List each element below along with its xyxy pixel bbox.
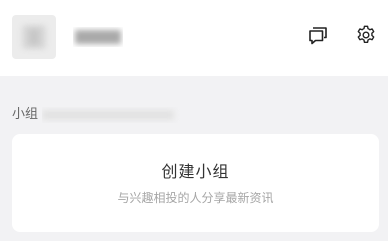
chat-bubbles-icon xyxy=(309,27,327,45)
avatar-blur-inner xyxy=(28,29,40,45)
chat-button[interactable] xyxy=(306,23,330,47)
create-group-title: 创建小组 xyxy=(161,162,230,181)
create-group-card[interactable]: 创建小组 与兴趣相投的人分享最新资讯 xyxy=(12,134,379,232)
username-redacted xyxy=(73,27,123,47)
username-blur xyxy=(75,30,121,44)
section-label-redacted xyxy=(42,107,182,123)
section-label: 小组 xyxy=(12,107,39,122)
gear-icon xyxy=(357,25,375,44)
settings-button[interactable] xyxy=(354,23,378,47)
avatar[interactable] xyxy=(12,15,56,59)
groups-section-header: 小组 xyxy=(12,106,182,124)
screen: 小组 创建小组 与兴趣相投的人分享最新资讯 xyxy=(0,0,388,241)
profile-header xyxy=(0,0,388,76)
create-group-subtitle: 与兴趣相投的人分享最新资讯 xyxy=(117,191,274,205)
